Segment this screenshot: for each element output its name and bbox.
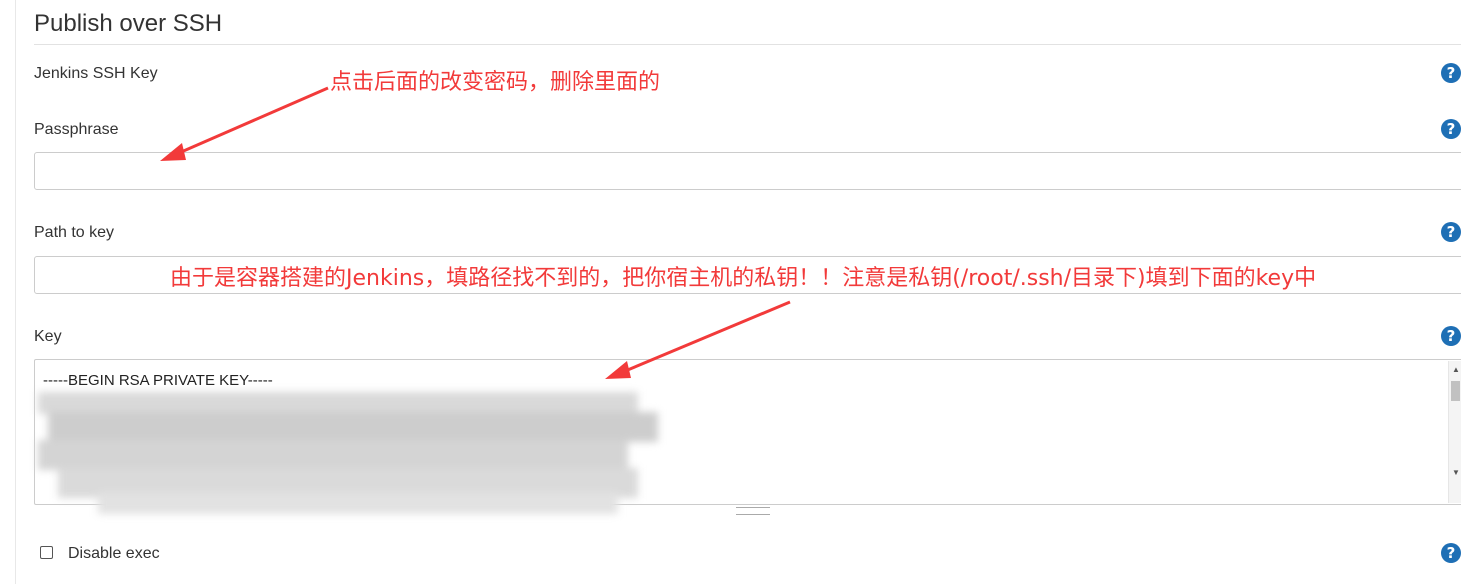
arrow-to-passphrase (160, 86, 329, 161)
annotation-arrows (160, 86, 791, 379)
arrow-to-key (605, 300, 791, 379)
